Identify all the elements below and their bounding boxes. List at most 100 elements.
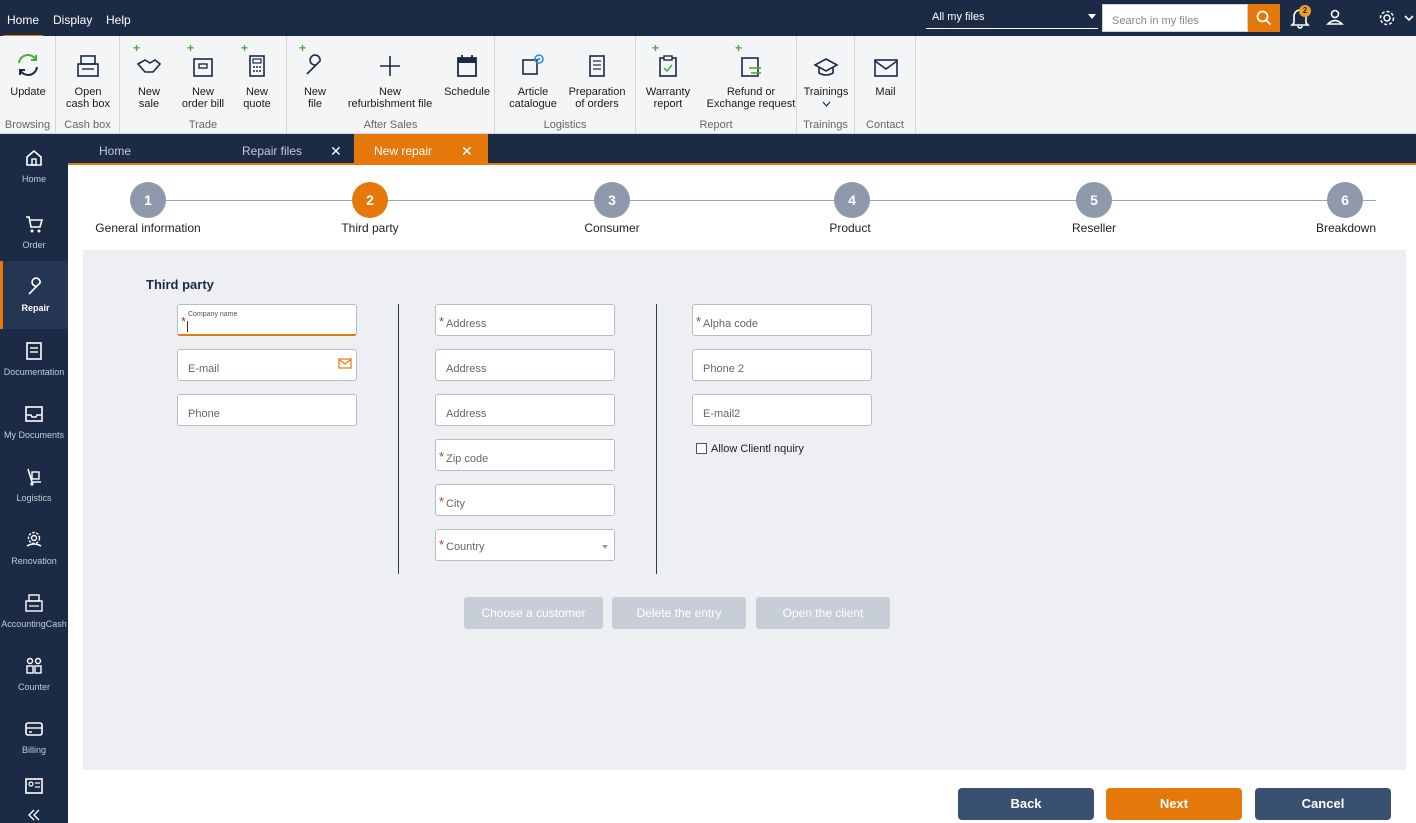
allow-inquiry-checkbox[interactable] — [696, 443, 707, 454]
step-3-circle[interactable]: 3 — [594, 182, 630, 218]
step-5-circle[interactable]: 5 — [1076, 182, 1112, 218]
required-marker: * — [439, 494, 445, 509]
schedule-label: Schedule — [444, 86, 490, 98]
schedule-button[interactable]: Schedule — [444, 36, 490, 114]
mail-icon — [871, 48, 901, 78]
contact-card-icon — [0, 778, 68, 794]
ribbon-group-report: + Warranty report + Refund or Exchange r… — [636, 36, 797, 134]
new-sale-button[interactable]: + New sale — [126, 36, 172, 114]
sidebar-nav: Home Order Repair Documentation My Docum… — [0, 134, 68, 823]
new-refurbishment-file-button[interactable]: New refurbishment file — [348, 36, 432, 114]
email-2-field[interactable]: E-mail2 — [692, 394, 872, 426]
close-icon[interactable]: ✕ — [330, 143, 342, 160]
article-catalogue-button[interactable]: Article catalogue — [509, 36, 557, 114]
address-2-field[interactable]: Address — [435, 349, 615, 381]
sidebar-item-contacts[interactable] — [0, 774, 68, 796]
credit-card-icon — [0, 719, 68, 739]
refund-or-exchange-button[interactable]: + Refund or Exchange request — [707, 36, 796, 114]
mail-button[interactable]: Mail — [855, 36, 916, 114]
choose-customer-button[interactable]: Choose a customer — [464, 597, 603, 629]
ribbon-group-trade: + New sale + New order bill + New quote … — [120, 36, 287, 134]
menu-display[interactable]: Display — [53, 13, 92, 27]
sidebar-item-counter[interactable]: Counter — [0, 644, 68, 704]
menu-home[interactable]: Home — [2, 13, 44, 37]
tab-home[interactable]: Home — [99, 134, 131, 163]
step-1-circle[interactable]: 1 — [130, 182, 166, 218]
sidebar-item-label: Order — [22, 240, 46, 250]
sidebar-item-label: Home — [21, 174, 46, 184]
country-select[interactable]: * Country — [435, 529, 615, 561]
sidebar-collapse-button[interactable] — [0, 804, 68, 823]
files-scope-select[interactable]: All my files — [926, 9, 1098, 29]
sidebar-item-accounting-cash[interactable]: AccountingCash — [0, 581, 68, 641]
sidebar-item-logistics[interactable]: Logistics — [0, 455, 68, 515]
sidebar-item-my-documents[interactable]: My Documents — [0, 392, 68, 452]
open-client-button[interactable]: Open the client — [756, 597, 890, 629]
phone-2-field[interactable]: Phone 2 — [692, 349, 872, 381]
back-button[interactable]: Back — [958, 788, 1094, 820]
group-label-logistics: Logistics — [543, 119, 587, 131]
chevron-down-icon[interactable] — [1404, 14, 1414, 22]
tab-repair-files[interactable]: Repair files ✕ — [242, 134, 348, 163]
search-icon — [1256, 10, 1272, 26]
sidebar-item-home[interactable]: Home — [0, 136, 68, 196]
group-label-report: Report — [699, 119, 733, 131]
required-marker: * — [439, 449, 445, 464]
address-1-field[interactable]: * Address — [435, 304, 615, 336]
sidebar-item-label: Documentation — [3, 367, 65, 377]
email-field[interactable]: E-mail — [177, 349, 357, 381]
address-3-field[interactable]: Address — [435, 394, 615, 426]
trainings-button[interactable]: Trainings — [797, 36, 855, 114]
zip-code-placeholder: Zip code — [446, 453, 489, 465]
group-label-browsing: Browsing — [4, 119, 51, 131]
address-3-placeholder: Address — [446, 408, 487, 420]
close-icon[interactable]: ✕ — [461, 143, 473, 160]
text-cursor — [187, 321, 188, 332]
stepper-line — [148, 200, 1376, 201]
menu-help[interactable]: Help — [106, 13, 131, 27]
sidebar-item-renovation[interactable]: Renovation — [0, 518, 68, 578]
company-name-field[interactable]: * Company name — [177, 304, 357, 336]
sidebar-item-label: Logistics — [16, 493, 52, 503]
sidebar-item-billing[interactable]: Billing — [0, 707, 68, 767]
new-quote-button[interactable]: + New quote — [234, 36, 280, 114]
order-bill-icon: + — [187, 42, 218, 78]
zip-code-field[interactable]: * Zip code — [435, 439, 615, 471]
hand-truck-icon — [0, 467, 68, 487]
open-cash-box-button[interactable]: Open cash box — [56, 36, 120, 114]
mail-label: Mail — [875, 86, 896, 98]
cart-icon — [0, 214, 68, 234]
calendar-icon — [452, 48, 482, 78]
search-input[interactable]: Search in my files — [1102, 4, 1248, 32]
next-button[interactable]: Next — [1106, 788, 1242, 820]
search-button[interactable] — [1248, 4, 1280, 32]
step-6-circle[interactable]: 6 — [1327, 182, 1363, 218]
step-4-circle[interactable]: 4 — [834, 182, 870, 218]
sidebar-item-order[interactable]: Order — [0, 202, 68, 262]
delete-entry-button[interactable]: Delete the entry — [612, 597, 746, 629]
chevron-down-icon — [602, 545, 608, 549]
user-icon[interactable] — [1326, 8, 1344, 26]
ribbon-toolbar: Update Browsing Open cash box Cash box +… — [0, 36, 1416, 134]
third-party-form: Third party * Company name E-mail Phone … — [83, 250, 1406, 770]
cancel-button[interactable]: Cancel — [1255, 788, 1391, 820]
sidebar-item-repair[interactable]: Repair — [0, 261, 68, 329]
new-file-button[interactable]: + New file — [295, 36, 335, 114]
step-1-label: General information — [95, 221, 201, 235]
gear-icon[interactable] — [1378, 9, 1396, 27]
warranty-report-button[interactable]: + Warranty report — [646, 36, 690, 114]
city-field[interactable]: * City — [435, 484, 615, 516]
tab-new-repair[interactable]: New repair ✕ — [354, 134, 488, 163]
alpha-code-field[interactable]: * Alpha code — [692, 304, 872, 336]
address-2-placeholder: Address — [446, 363, 487, 375]
step-2-circle[interactable]: 2 — [352, 182, 388, 218]
home-icon — [0, 148, 68, 168]
document-icon — [0, 341, 68, 361]
step-4-label: Product — [829, 221, 871, 235]
city-placeholder: City — [446, 498, 465, 510]
sidebar-item-documentation[interactable]: Documentation — [0, 329, 68, 389]
phone-field[interactable]: Phone — [177, 394, 357, 426]
tab-new-repair-label: New repair — [374, 144, 433, 158]
new-order-bill-button[interactable]: + New order bill — [180, 36, 226, 114]
preparation-of-orders-button[interactable]: Preparation of orders — [569, 36, 625, 114]
